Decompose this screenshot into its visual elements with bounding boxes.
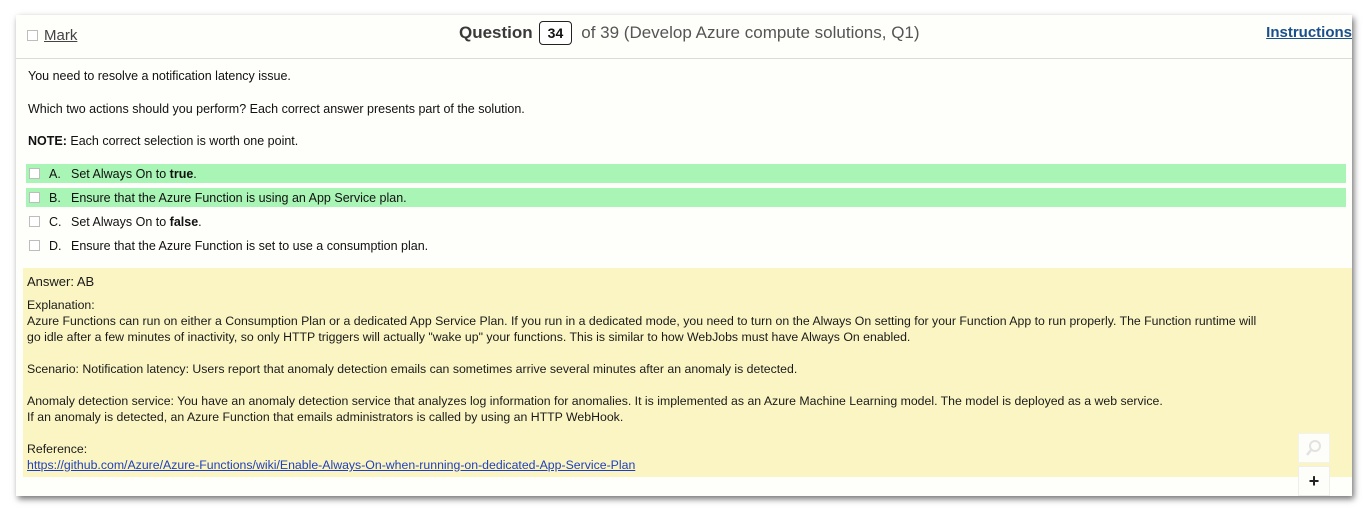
option-d-checkbox[interactable] — [29, 240, 40, 251]
option-d[interactable]: D. Ensure that the Azure Function is set… — [26, 236, 1346, 255]
zoom-tools: + — [1298, 433, 1330, 496]
answer-line: Answer: AB — [27, 274, 95, 289]
question-word: Question — [459, 23, 533, 42]
note-label: NOTE: — [28, 134, 67, 148]
plus-icon[interactable]: + — [1298, 466, 1330, 496]
note-text: Each correct selection is worth one poin… — [66, 134, 299, 148]
option-c[interactable]: C. Set Always On to false. — [26, 212, 1346, 231]
option-letter: B. — [49, 190, 61, 205]
explanation-line-2: go idle after a few minutes of inactivit… — [27, 330, 911, 344]
scenario-line: Scenario: Notification latency: Users re… — [27, 362, 798, 376]
mark-label[interactable]: Mark — [44, 27, 77, 44]
option-text: Ensure that the Azure Function is using … — [71, 190, 407, 205]
option-a[interactable]: A. Set Always On to true. — [26, 164, 1346, 183]
explanation-label: Explanation: — [27, 298, 95, 312]
option-a-checkbox[interactable] — [29, 168, 40, 179]
option-text: Set Always On to false. — [71, 214, 202, 229]
option-text: Set Always On to true. — [71, 166, 197, 181]
exam-window: Mark Question 34 of 39 (Develop Azure co… — [16, 15, 1352, 496]
anomaly-line-2: If an anomaly is detected, an Azure Func… — [27, 410, 624, 424]
option-letter: C. — [49, 214, 62, 229]
question-header: Mark Question 34 of 39 (Develop Azure co… — [16, 15, 1352, 59]
question-navigator: Question 34 of 39 (Develop Azure compute… — [459, 21, 920, 45]
question-line-1: You need to resolve a notification laten… — [28, 69, 291, 83]
explanation-line-1: Azure Functions can run on either a Cons… — [27, 314, 1257, 328]
instructions-link[interactable]: Instructions — [1266, 24, 1352, 41]
option-letter: D. — [49, 238, 62, 253]
note-line: NOTE: Each correct selection is worth on… — [28, 134, 298, 148]
reference-link[interactable]: https://github.com/Azure/Azure-Functions… — [27, 458, 635, 472]
question-number-input[interactable]: 34 — [538, 21, 573, 45]
mark-checkbox[interactable] — [27, 30, 38, 41]
answer-explanation-panel: Answer: AB Explanation: Azure Functions … — [23, 268, 1352, 477]
magnifier-icon[interactable] — [1298, 433, 1330, 463]
reference-label: Reference: — [27, 442, 88, 456]
mark-label-text[interactable]: Mark — [44, 27, 77, 44]
option-letter: A. — [49, 166, 61, 181]
option-c-checkbox[interactable] — [29, 216, 40, 227]
option-b-checkbox[interactable] — [29, 192, 40, 203]
option-text: Ensure that the Azure Function is set to… — [71, 238, 429, 253]
question-suffix: of 39 (Develop Azure compute solutions, … — [581, 23, 920, 42]
option-b[interactable]: B. Ensure that the Azure Function is usi… — [26, 188, 1346, 207]
question-line-2: Which two actions should you perform? Ea… — [28, 102, 525, 116]
anomaly-line-1: Anomaly detection service: You have an a… — [27, 394, 1163, 408]
mark-checkbox-group[interactable]: Mark — [27, 27, 77, 44]
